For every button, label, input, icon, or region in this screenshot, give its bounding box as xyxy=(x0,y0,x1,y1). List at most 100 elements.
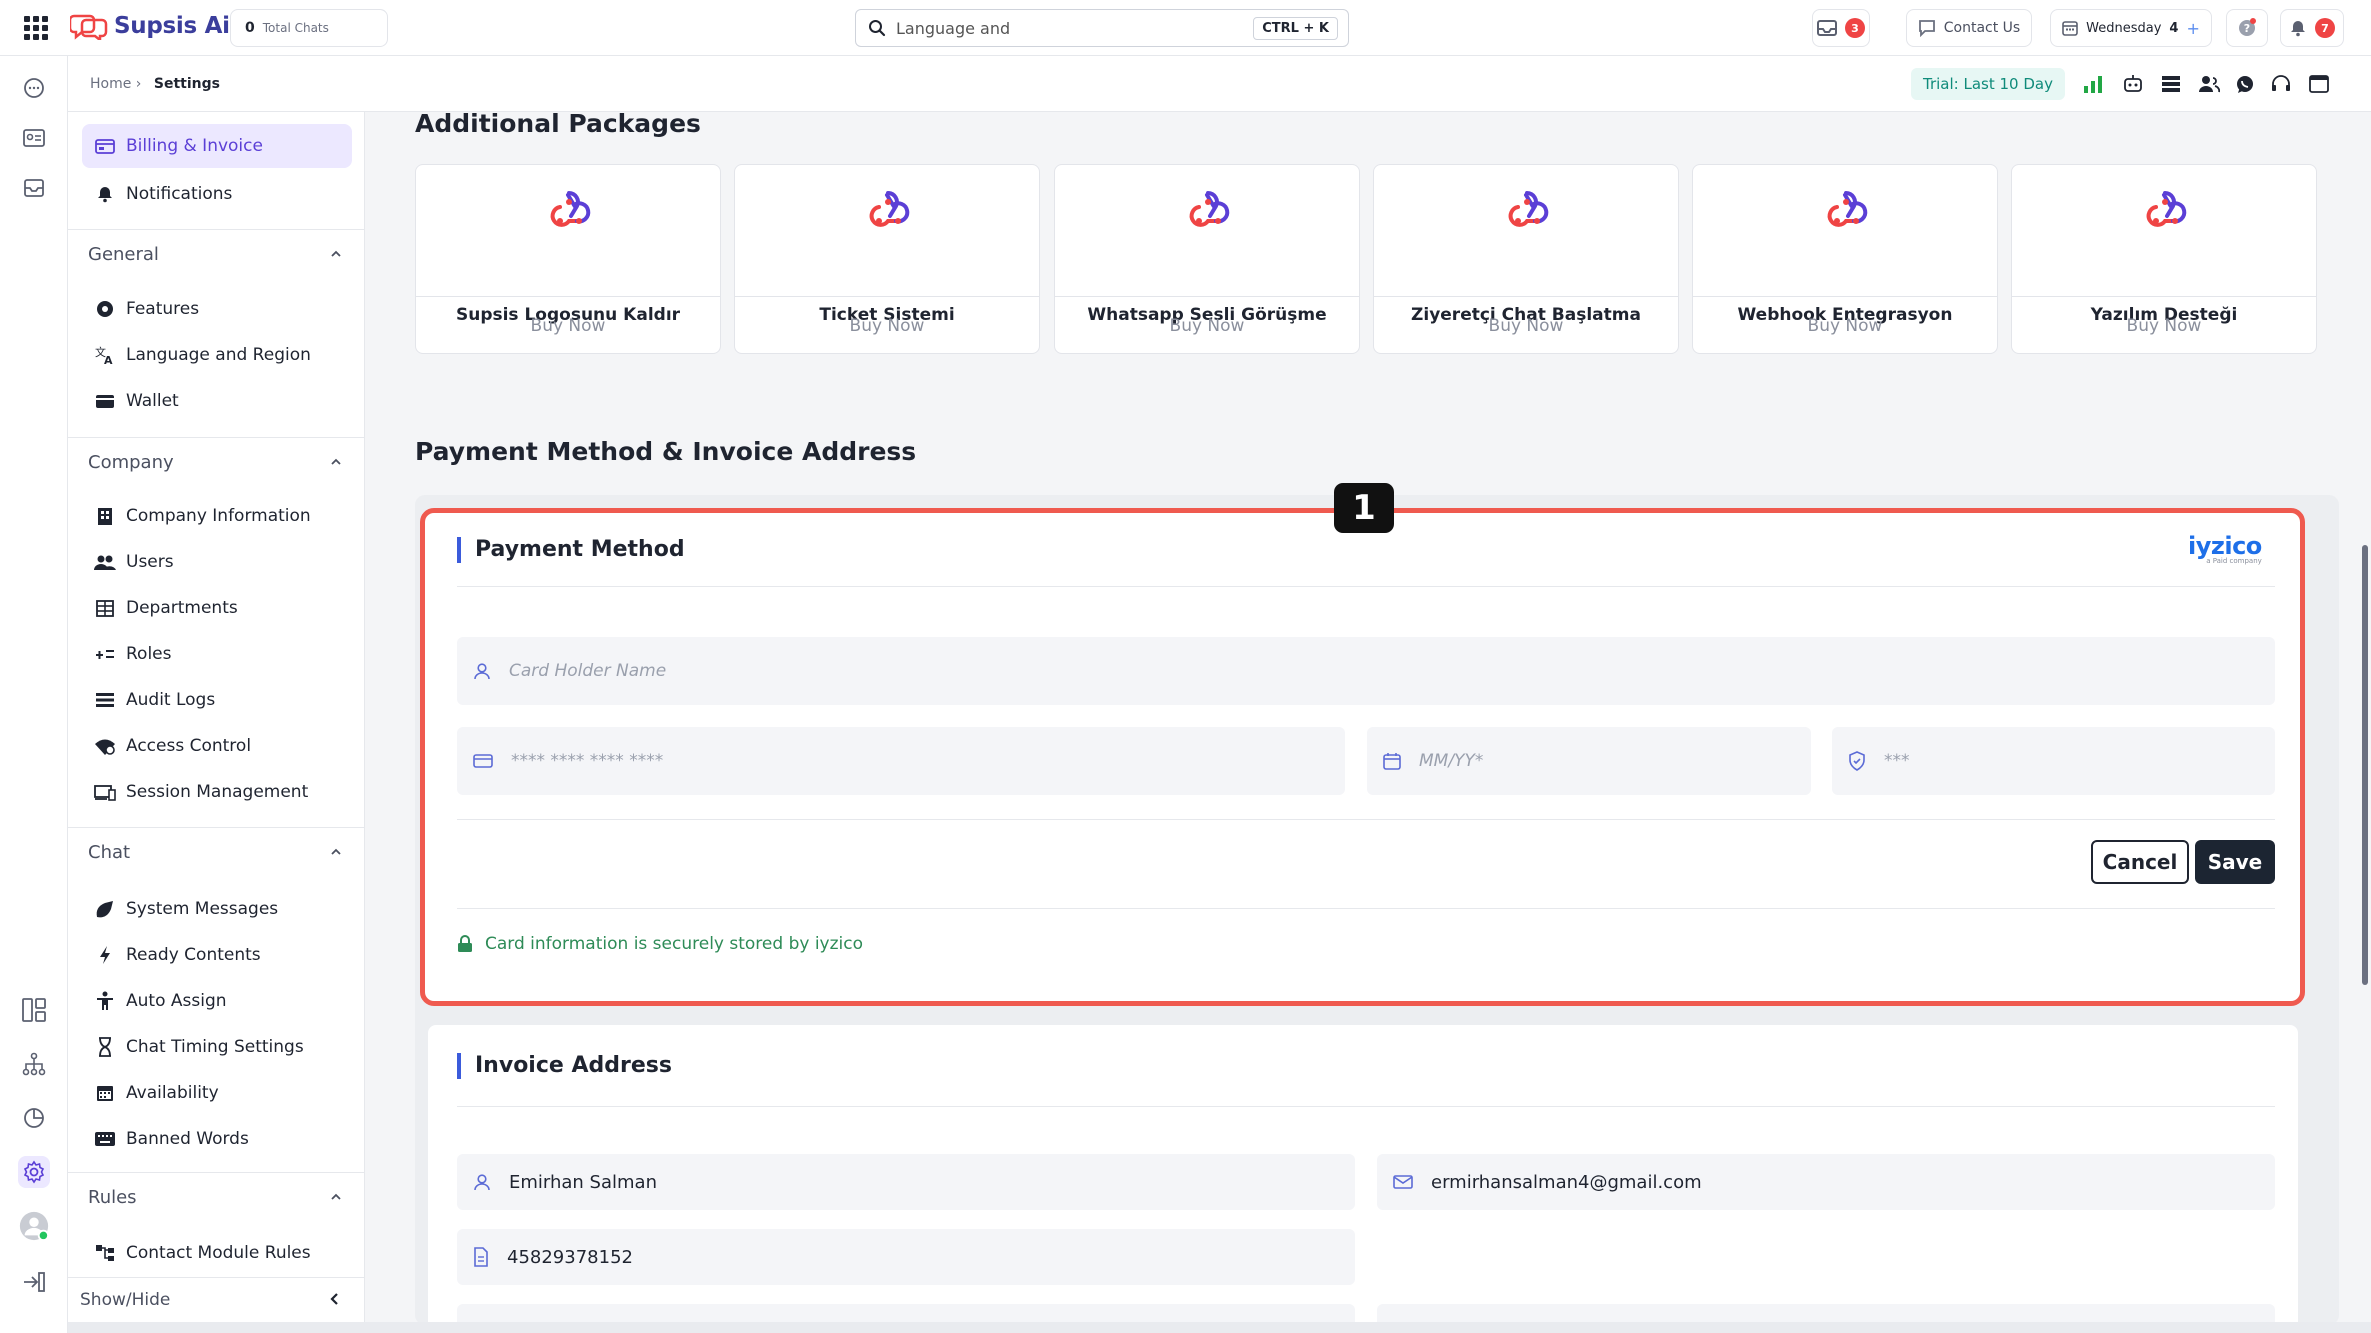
sidebar-item-label: Auto Assign xyxy=(126,991,227,1011)
invoice-name-field[interactable]: Emirhan Salman xyxy=(457,1154,1355,1210)
sidebar-item-system-messages[interactable]: System Messages xyxy=(82,887,352,931)
contact-us-button[interactable]: Contact Us xyxy=(1906,9,2032,47)
rail-reports[interactable] xyxy=(18,1102,50,1134)
invoice-name-value: Emirhan Salman xyxy=(509,1171,657,1193)
avatar-icon xyxy=(19,1211,50,1242)
sidebar-item-label: Users xyxy=(126,552,174,572)
buy-now-button[interactable]: Buy Now xyxy=(1054,298,1360,354)
sidebar-item-contact-module-rules[interactable]: Contact Module Rules xyxy=(82,1231,352,1275)
log-list-icon xyxy=(94,689,116,711)
package-buy-wrap: Buy Now xyxy=(734,164,1040,354)
devices-icon xyxy=(94,781,116,803)
translate-icon: 文A xyxy=(94,344,116,366)
help-button[interactable]: ? xyxy=(2226,9,2268,47)
sidebar-item-ready-contents[interactable]: Ready Contents xyxy=(82,933,352,977)
show-hide-toggle[interactable]: Show/Hide xyxy=(68,1277,364,1322)
add-icon[interactable]: + xyxy=(2186,19,2199,38)
whatsapp-icon[interactable] xyxy=(2232,71,2258,97)
window-icon[interactable] xyxy=(2306,71,2332,97)
section-rules[interactable]: Rules xyxy=(68,1172,364,1222)
help-icon: ? xyxy=(2239,18,2256,36)
sidebar-item-label: Language and Region xyxy=(126,345,311,365)
sidebar-item-billing[interactable]: Billing & Invoice xyxy=(82,124,352,168)
sidebar-item-departments[interactable]: Departments xyxy=(82,586,352,630)
rail-chats[interactable] xyxy=(18,72,50,104)
total-chats-counter[interactable]: 0 Total Chats xyxy=(230,9,388,47)
rail-settings[interactable] xyxy=(18,1156,50,1188)
wallet-icon xyxy=(94,390,116,412)
buy-now-button[interactable]: Buy Now xyxy=(2011,298,2317,354)
package-buy-wrap: Buy Now xyxy=(1692,164,1998,354)
rail-dashboard[interactable] xyxy=(18,994,50,1026)
breadcrumb-home[interactable]: Home › xyxy=(90,76,141,92)
lightning-icon xyxy=(94,944,116,966)
bell-icon xyxy=(94,183,116,205)
invoice-email-field[interactable]: ermirhansalman4@gmail.com xyxy=(1377,1154,2275,1210)
package-buy-wrap: Buy Now xyxy=(1054,164,1360,354)
sidebar-item-label: Departments xyxy=(126,598,238,618)
apps-grid-icon[interactable] xyxy=(24,16,48,40)
day-label: Wednesday xyxy=(2086,20,2162,36)
sidebar-item-access-control[interactable]: Access Control xyxy=(82,724,352,768)
sidebar-item-wallet[interactable]: Wallet xyxy=(82,379,352,423)
roles-icon xyxy=(94,643,116,665)
rail-user-avatar[interactable] xyxy=(18,1210,50,1242)
package-buy-wrap: Buy Now xyxy=(415,164,721,354)
sidebar-item-roles[interactable]: Roles xyxy=(82,632,352,676)
inbox-button[interactable]: 3 xyxy=(1812,9,1870,47)
settings-sidebar: Billing & Invoice Notifications General … xyxy=(68,112,365,1322)
sidebar-item-language[interactable]: 文A Language and Region xyxy=(82,333,352,377)
chevron-up-icon xyxy=(331,1193,341,1200)
invoice-field-partial[interactable] xyxy=(457,1304,1355,1322)
calendar-icon xyxy=(2062,21,2078,36)
sidebar-item-session-management[interactable]: Session Management xyxy=(82,770,352,814)
section-chat[interactable]: Chat xyxy=(68,827,364,877)
total-chats-count: 0 xyxy=(245,20,255,36)
list-icon[interactable] xyxy=(2158,71,2184,97)
rail-inbox[interactable] xyxy=(18,172,50,204)
scrollbar-thumb[interactable] xyxy=(2362,545,2368,985)
sidebar-item-company-info[interactable]: Company Information xyxy=(82,494,352,538)
sidebar-item-label: System Messages xyxy=(126,899,279,919)
rail-contacts[interactable] xyxy=(18,122,50,154)
sidebar-item-auto-assign[interactable]: Auto Assign xyxy=(82,979,352,1023)
section-general[interactable]: General xyxy=(68,229,364,279)
sidebar-item-chat-timing[interactable]: Chat Timing Settings xyxy=(82,1025,352,1069)
signal-icon[interactable] xyxy=(2080,71,2106,97)
rail-flows[interactable] xyxy=(18,1048,50,1080)
headset-icon[interactable] xyxy=(2268,71,2294,97)
app-logo[interactable]: Supsis Ai xyxy=(70,12,230,40)
system-messages-icon xyxy=(94,898,116,920)
main-content: Additional Packages Supsis Logosunu Kald… xyxy=(366,112,2346,1322)
section-title: Chat xyxy=(88,842,131,863)
section-company[interactable]: Company xyxy=(68,437,364,487)
sidebar-item-users[interactable]: Users xyxy=(82,540,352,584)
sidebar-item-banned-words[interactable]: Banned Words xyxy=(82,1117,352,1161)
notifications-button[interactable]: 7 xyxy=(2280,9,2344,47)
sidebar-item-label: Banned Words xyxy=(126,1129,249,1149)
sidebar-item-availability[interactable]: Availability xyxy=(82,1071,352,1115)
invoice-field-partial[interactable] xyxy=(1377,1304,2275,1322)
bottom-strip xyxy=(68,1322,2371,1333)
flow-icon xyxy=(94,1242,116,1264)
buy-now-button[interactable]: Buy Now xyxy=(415,298,721,354)
invoice-address-title: Invoice Address xyxy=(457,1053,672,1079)
search-icon xyxy=(869,20,886,37)
inbox-icon xyxy=(1817,20,1837,36)
invoice-tax-field[interactable]: 45829378152 xyxy=(457,1229,1355,1285)
buy-now-button[interactable]: Buy Now xyxy=(1692,298,1998,354)
bot-icon[interactable] xyxy=(2120,71,2146,97)
trial-badge[interactable]: Trial: Last 10 Day xyxy=(1911,68,2065,100)
sidebar-item-audit-logs[interactable]: Audit Logs xyxy=(82,678,352,722)
buy-now-button[interactable]: Buy Now xyxy=(734,298,1040,354)
search-input[interactable] xyxy=(896,18,1246,38)
sidebar-item-features[interactable]: Features xyxy=(82,287,352,331)
global-search[interactable]: CTRL + K xyxy=(855,9,1349,47)
departments-icon xyxy=(94,597,116,619)
users-icon[interactable] xyxy=(2196,71,2222,97)
sidebar-item-notifications[interactable]: Notifications xyxy=(82,172,352,216)
keyboard-icon xyxy=(94,1128,116,1150)
rail-logout[interactable] xyxy=(18,1266,50,1298)
buy-now-button[interactable]: Buy Now xyxy=(1373,298,1679,354)
date-widget[interactable]: Wednesday 4 + xyxy=(2050,9,2212,47)
